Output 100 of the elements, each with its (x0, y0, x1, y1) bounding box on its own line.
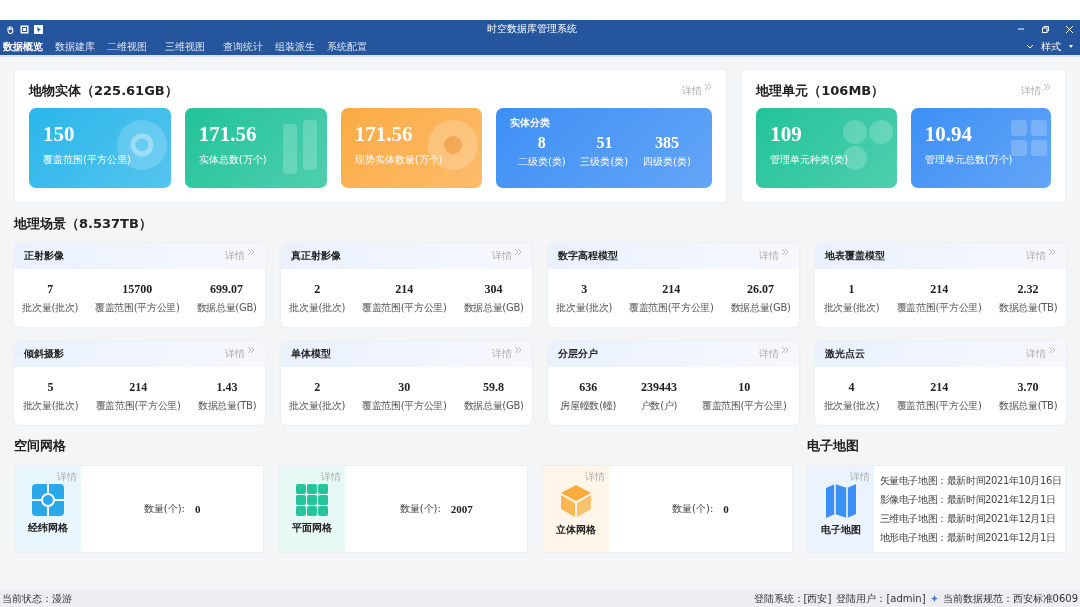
stat-label: 数据总量(TB) (998, 300, 1058, 315)
detail-link[interactable]: 详情 (492, 347, 512, 361)
count-value: 0 (723, 503, 729, 515)
stat-label: 三级类(类) (580, 155, 629, 169)
stat-label: 数据总量(GB) (463, 300, 524, 315)
detail-link[interactable]: 详情 (225, 249, 245, 263)
menu-item[interactable]: 查询统计 (223, 39, 263, 54)
detail-link[interactable]: 详情 (225, 347, 245, 361)
stat-value: 2 (314, 379, 321, 395)
close-button[interactable] (1064, 24, 1074, 34)
menu-item[interactable]: 系统配置 (327, 39, 367, 54)
restore-button[interactable] (1040, 24, 1050, 34)
grid-name: 经纬网格 (28, 521, 68, 535)
double-chevron-icon (782, 249, 789, 255)
menu-item[interactable]: 数据建库 (55, 39, 95, 54)
section-title: 空间网格 (14, 437, 67, 455)
stat-label: 覆盖范围(平方公里) (95, 398, 181, 413)
stat-value: 171.56 (354, 122, 413, 147)
stat-value: 59.8 (483, 379, 505, 395)
stat-value: 4 (848, 379, 855, 395)
stat-value: 8 (537, 134, 546, 152)
detail-link[interactable]: 详情 (759, 347, 779, 361)
menu-item[interactable]: 二维视图 (107, 39, 147, 54)
stat-label: 数据总量(GB) (463, 398, 524, 413)
map-update-text: 地形电子地图：最新时间2021年12月1日 (879, 530, 1057, 545)
detail-link[interactable]: 详情 (1026, 249, 1046, 263)
style-menu[interactable]: 样式 (1023, 39, 1077, 54)
grid-name: 立体网格 (556, 523, 597, 537)
count-label: 数量(个): (143, 502, 185, 516)
status-system: 登陆系统：[西安] (753, 591, 832, 606)
stat-label: 覆盖范围(平方公里) (94, 300, 180, 315)
stat-label: 户数(户) (640, 398, 678, 413)
stat-value: 636 (579, 379, 598, 395)
menu-item[interactable]: 组装派生 (275, 39, 315, 54)
stat-label: 实体总数(万个) (198, 153, 267, 167)
card-title: 地表覆盖模型 (825, 249, 885, 263)
stat-value: 109 (770, 122, 802, 147)
stat-label: 批次量(批次) (22, 300, 79, 315)
detail-link[interactable]: 详情 (492, 249, 512, 263)
detail-link[interactable]: 详情 (759, 249, 779, 263)
card-title: 正射影像 (24, 249, 64, 263)
detail-link[interactable]: 详情 (321, 470, 342, 484)
count-value: 0 (194, 503, 201, 515)
grid-name: 平面网格 (292, 521, 333, 535)
stat-label: 数据总量(GB) (196, 300, 257, 315)
detail-link[interactable]: 详情 (585, 470, 606, 484)
stat-value: 7 (47, 281, 54, 297)
stat-value: 239443 (640, 379, 677, 395)
stat-value: 1.43 (216, 379, 238, 395)
caret-icon (1069, 45, 1073, 48)
status-state: 当前状态：漫游 (2, 591, 72, 606)
stat-label: 批次量(批次) (823, 300, 880, 315)
menu-item[interactable]: 三维视图 (165, 39, 205, 54)
stat-value: 214 (129, 379, 148, 395)
stat-label: 数据总量(GB) (730, 300, 791, 315)
count-value: 2007 (450, 503, 473, 515)
stat-label: 管理单元种类(类) (770, 153, 849, 167)
count-label: 数量(个): (672, 502, 714, 516)
stat-value: 26.07 (747, 281, 775, 297)
stat-label: 批次量(批次) (823, 398, 880, 413)
detail-link[interactable]: 详情 (849, 470, 870, 484)
section-title: 地理场景（8.537TB） (14, 215, 153, 233)
stat-value: 3 (581, 281, 588, 297)
stat-label: 四级类(类) (643, 155, 691, 169)
restore-icon (1041, 25, 1049, 33)
stat-label: 覆盖范围(平方公里) (361, 398, 447, 413)
map-update-text: 三维电子地图：最新时间2021年12月1日 (879, 511, 1057, 526)
double-chevron-icon (248, 347, 255, 353)
double-chevron-icon (705, 84, 713, 90)
detail-link[interactable]: 详情 (682, 84, 703, 98)
detail-link[interactable]: 详情 (1026, 347, 1046, 361)
stat-value: 10.94 (924, 122, 972, 147)
grid-icon (296, 484, 329, 516)
double-chevron-icon (515, 249, 522, 255)
detail-link[interactable]: 详情 (1021, 84, 1041, 98)
stat-value: 171.56 (198, 122, 257, 147)
frame-icon[interactable] (20, 24, 29, 34)
stat-value: 2.32 (1017, 281, 1039, 297)
double-chevron-icon (1049, 249, 1056, 255)
detail-link[interactable]: 详情 (57, 470, 77, 484)
card-title: 分层分户 (558, 347, 598, 361)
card-title: 实体分类 (510, 116, 552, 130)
stat-value: 214 (395, 281, 414, 297)
card-title: 激光点云 (825, 347, 865, 361)
card-title: 单体模型 (291, 347, 331, 361)
stat-value: 3.70 (1017, 379, 1039, 395)
stat-label: 二级类(类) (517, 155, 566, 169)
hand-icon[interactable] (6, 24, 15, 34)
minimize-icon (1018, 28, 1024, 30)
stat-value: 15700 (122, 281, 153, 297)
stat-value: 214 (662, 281, 681, 297)
section-title: 地理单元（106MB） (756, 82, 885, 100)
menu-item[interactable]: 数据概览 (3, 39, 43, 54)
stat-value: 30 (398, 379, 411, 395)
cursor-icon[interactable] (34, 24, 43, 34)
double-chevron-icon (248, 249, 255, 255)
chevron-down-icon (1027, 44, 1033, 49)
stat-value: 5 (47, 379, 54, 395)
stat-label: 覆盖范围(平方公里) (701, 398, 787, 413)
tiles-icon (1011, 120, 1047, 156)
